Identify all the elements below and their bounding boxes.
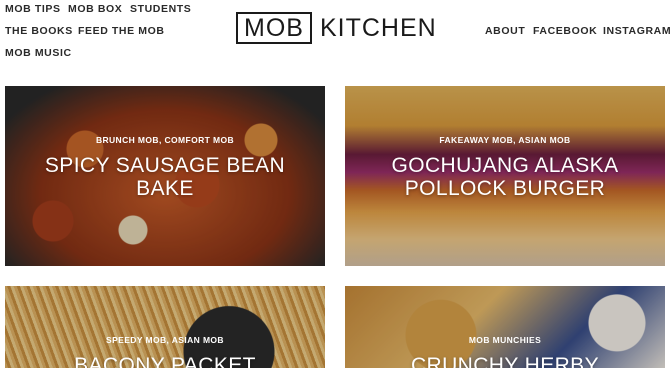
recipe-card-crunchy-herby[interactable]: MOB MUNCHIES CRUNCHY HERBY	[345, 286, 665, 368]
card-tags: BRUNCH MOB, COMFORT MOB	[95, 135, 235, 145]
logo-kitchen-text: KITCHEN	[319, 13, 437, 42]
nav-about[interactable]: ABOUT	[485, 25, 525, 37]
nav-the-books[interactable]: THE BOOKS	[5, 25, 73, 37]
recipe-card-spicy-sausage-bean-bake[interactable]: BRUNCH MOB, COMFORT MOB SPICY SAUSAGE BE…	[5, 86, 325, 266]
card-title-line2: POLLOCK BURGER	[404, 177, 606, 200]
logo-mob-box: MOB	[236, 12, 312, 44]
card-tags: MOB MUNCHIES	[468, 335, 542, 345]
card-tags: FAKEAWAY MOB, ASIAN MOB	[439, 135, 571, 145]
nav-mob-music[interactable]: MOB MUSIC	[5, 47, 72, 59]
nav-facebook[interactable]: FACEBOOK	[533, 25, 597, 37]
nav-mob-box[interactable]: MOB BOX	[68, 3, 122, 15]
nav-mob-tips[interactable]: MOB TIPS	[5, 3, 61, 15]
recipe-card-gochujang-alaska-pollock-burger[interactable]: FAKEAWAY MOB, ASIAN MOB GOCHUJANG ALASKA…	[345, 86, 665, 266]
nav-feed-the-mob[interactable]: FEED THE MOB	[78, 25, 165, 37]
recipe-card-bacony-packet[interactable]: SPEEDY MOB, ASIAN MOB BACONY PACKET	[5, 286, 325, 368]
site-logo[interactable]: MOB KITCHEN	[236, 12, 437, 44]
nav-instagram[interactable]: INSTAGRAM	[603, 25, 670, 37]
card-title-line1: GOCHUJANG ALASKA	[391, 154, 619, 177]
card-tags: SPEEDY MOB, ASIAN MOB	[106, 335, 224, 345]
nav-students[interactable]: STUDENTS	[130, 3, 191, 15]
card-title-line2: BAKE	[136, 177, 194, 200]
card-title-line1: CRUNCHY HERBY	[410, 354, 599, 368]
card-title-line1: SPICY SAUSAGE BEAN	[44, 154, 286, 177]
card-title-line1: BACONY PACKET	[74, 354, 256, 368]
